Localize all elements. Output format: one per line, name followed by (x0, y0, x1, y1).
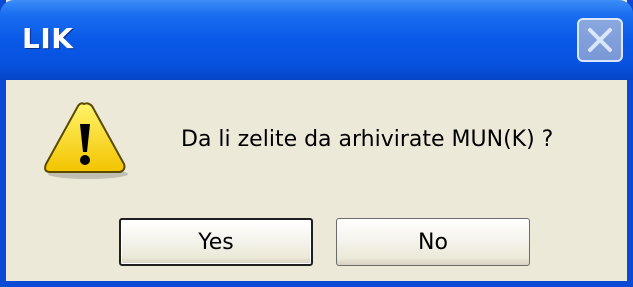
no-button-label: No (418, 229, 448, 255)
no-button[interactable]: No (336, 218, 530, 266)
close-button[interactable] (577, 18, 623, 62)
dialog-content: Da li zelite da arhivirate MUN(K) ? Yes … (6, 80, 627, 281)
yes-button[interactable]: Yes (119, 218, 313, 266)
dialog-window: LIK Da li zelite da arhivirate MUN(K) ? … (0, 0, 633, 287)
close-x-icon (588, 28, 612, 52)
window-title: LIK (22, 22, 74, 55)
warning-icon (44, 102, 128, 179)
yes-button-label: Yes (198, 229, 234, 255)
dialog-message: Da li zelite da arhivirate MUN(K) ? (181, 127, 554, 152)
title-bar[interactable]: LIK (0, 0, 633, 80)
